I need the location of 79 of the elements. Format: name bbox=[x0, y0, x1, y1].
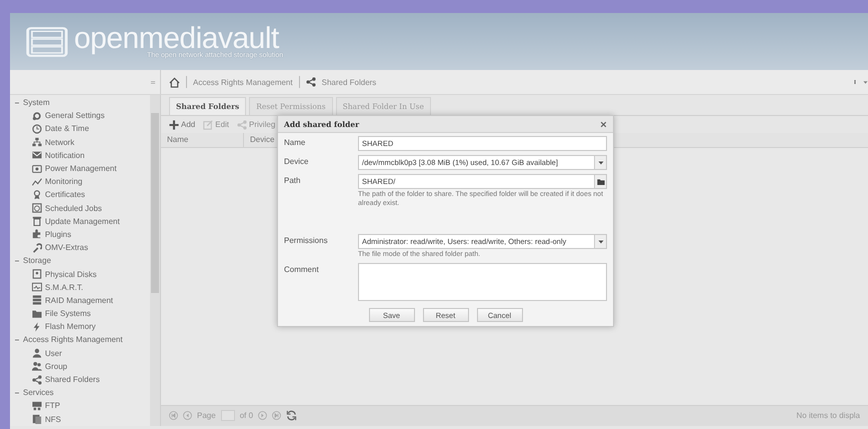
folder-icon bbox=[596, 178, 604, 186]
user-icon bbox=[32, 348, 42, 358]
collapse-icon[interactable] bbox=[14, 390, 20, 396]
sidebar-group[interactable]: Services bbox=[23, 388, 54, 398]
sidebar-item[interactable]: Shared Folders bbox=[45, 375, 100, 384]
toolbar-button[interactable]: Add bbox=[169, 120, 196, 130]
file-icon bbox=[32, 414, 42, 424]
sidebar-item[interactable]: FTP bbox=[45, 401, 60, 410]
power-icon bbox=[32, 164, 42, 174]
collapse-icon bbox=[150, 80, 156, 84]
envelope-icon bbox=[32, 150, 42, 160]
home-icon bbox=[169, 76, 180, 88]
sidebar-item[interactable]: Notification bbox=[45, 150, 85, 160]
chart-icon bbox=[32, 176, 42, 187]
first-page-icon bbox=[169, 411, 178, 420]
sidebar-item[interactable]: General Settings bbox=[45, 111, 105, 120]
sidebar-group[interactable]: Storage bbox=[23, 256, 52, 266]
sidebar-item[interactable]: Flash Memory bbox=[45, 322, 96, 332]
collapse-icon[interactable] bbox=[14, 258, 20, 264]
monitor-icon bbox=[32, 282, 42, 292]
folder-icon bbox=[32, 308, 42, 319]
field-label: Permissions bbox=[284, 235, 329, 247]
sidebar-item[interactable]: Group bbox=[45, 362, 68, 371]
sidebar-item[interactable]: Date & Time bbox=[45, 124, 90, 134]
sidebar-item[interactable]: Physical Disks bbox=[45, 270, 97, 279]
sidebar-group[interactable]: System bbox=[23, 98, 50, 108]
refresh-icon bbox=[286, 410, 298, 422]
page-count: of 0 bbox=[240, 411, 254, 420]
share-icon bbox=[32, 374, 42, 385]
logo-text: openmediavault bbox=[74, 24, 280, 54]
sidebar-item[interactable]: NFS bbox=[45, 414, 61, 424]
sidebar-item[interactable]: Plugins bbox=[45, 230, 72, 239]
sidebar-item[interactable]: File Systems bbox=[45, 309, 91, 318]
sidebar-item[interactable]: OMV-Extras bbox=[45, 243, 88, 252]
collapse-icon[interactable] bbox=[14, 100, 20, 106]
sidebar-item[interactable]: Power Management bbox=[45, 164, 117, 174]
status-text: No items to displa bbox=[796, 411, 860, 420]
column-header[interactable]: Name bbox=[161, 133, 244, 147]
sidebar-item[interactable]: S.M.A.R.T. bbox=[45, 282, 84, 292]
sidebar-group[interactable]: Access Rights Management bbox=[23, 335, 123, 344]
previous-page-icon bbox=[183, 411, 192, 420]
stack-icon bbox=[32, 295, 42, 306]
award-icon bbox=[32, 190, 42, 200]
sidebar-item[interactable]: Network bbox=[45, 138, 74, 147]
sidebar-item[interactable]: Certificates bbox=[45, 190, 86, 200]
field-label: Device bbox=[284, 156, 310, 168]
clock-icon bbox=[32, 124, 42, 134]
breadcrumb-link[interactable]: Access Rights Management bbox=[193, 78, 293, 86]
scrollbar[interactable] bbox=[150, 95, 160, 426]
caret-icon bbox=[598, 238, 604, 244]
gear-icon bbox=[32, 110, 42, 121]
puzzle-icon bbox=[32, 229, 42, 240]
trash-can-icon bbox=[32, 216, 42, 226]
comment-field[interactable] bbox=[358, 263, 607, 301]
sidebar-item[interactable]: Monitoring bbox=[45, 177, 82, 186]
edit-icon bbox=[203, 120, 214, 130]
server-icon bbox=[32, 400, 42, 411]
share-icon bbox=[306, 77, 316, 87]
breadcrumb-link[interactable]: Shared Folders bbox=[322, 78, 376, 86]
caret-icon bbox=[863, 80, 868, 84]
server-icon bbox=[26, 26, 68, 58]
field-label: Comment bbox=[284, 264, 320, 276]
collapse-icon[interactable] bbox=[14, 336, 20, 343]
share-icon bbox=[237, 120, 248, 130]
close-icon bbox=[600, 120, 607, 128]
sidebar-item[interactable]: Scheduled Jobs bbox=[45, 204, 102, 213]
field-label: Path bbox=[284, 175, 302, 187]
plus-icon bbox=[169, 120, 179, 130]
caret-icon bbox=[598, 160, 604, 166]
network-icon bbox=[32, 137, 42, 148]
page-label: Page bbox=[197, 411, 216, 420]
sidebar-item[interactable]: Update Management bbox=[45, 216, 120, 226]
sidebar-item[interactable]: User bbox=[45, 348, 62, 358]
users-icon bbox=[32, 361, 42, 372]
next-page-icon bbox=[258, 411, 268, 420]
sidebar-item[interactable]: RAID Management bbox=[45, 296, 114, 305]
last-page-icon bbox=[272, 411, 282, 420]
lightning-icon bbox=[32, 322, 42, 332]
field-label: Name bbox=[284, 137, 306, 149]
